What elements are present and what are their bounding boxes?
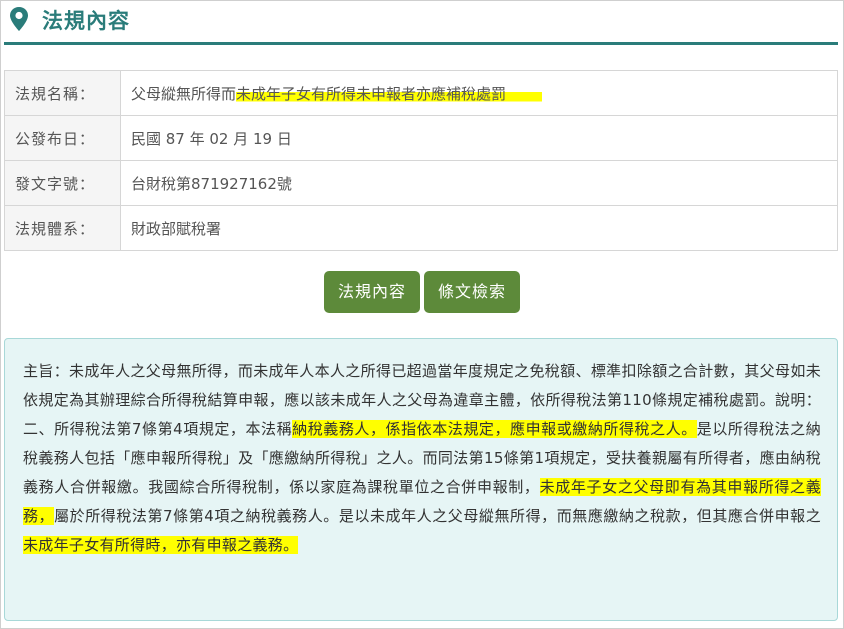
table-row: 發文字號： 台財稅第871927162號 <box>4 160 838 206</box>
regulation-system-value: 財政部賦稅署 <box>120 205 838 251</box>
publish-date-label: 公發布日： <box>4 115 121 161</box>
map-pin-icon <box>10 7 28 31</box>
content-highlight-3: 未成年子女有所得時，亦有申報之義務。 <box>23 536 299 554</box>
regulation-name-value: 父母縱無所得而未成年子女有所得未申報者亦應補稅處罰 <box>120 70 838 116</box>
regulation-system-label: 法規體系： <box>4 205 121 251</box>
publish-date-value: 民國 87 年 02 月 19 日 <box>120 115 838 161</box>
regulation-content-panel: 主旨：未成年人之父母無所得，而未成年人本人之所得已超過當年度規定之免稅額、標準扣… <box>4 338 838 621</box>
document-number-value: 台財稅第871927162號 <box>120 160 838 206</box>
regulation-info-table: 法規名稱： 父母縱無所得而未成年子女有所得未申報者亦應補稅處罰 公發布日： 民國… <box>4 70 838 251</box>
table-row: 法規體系： 財政部賦稅署 <box>4 205 838 251</box>
regulation-content-button[interactable]: 法規內容 <box>323 271 420 313</box>
regulation-name-label: 法規名稱： <box>4 70 121 116</box>
page-header: 法規內容 <box>4 0 838 45</box>
table-row: 公發布日： 民國 87 年 02 月 19 日 <box>4 115 838 161</box>
page-title: 法規內容 <box>42 9 130 33</box>
regulation-name-plain: 父母縱無所得而 <box>131 84 237 103</box>
content-text-3: 屬於所得稅法第7條第4項之納稅義務人。是以未成年人之父母縱無所得，而無應繳納之稅… <box>54 507 821 525</box>
regulation-name-highlight: 未成年子女有所得未申報者亦應補稅處罰 <box>236 84 543 103</box>
table-row: 法規名稱： 父母縱無所得而未成年子女有所得未申報者亦應補稅處罰 <box>4 70 838 116</box>
article-search-button[interactable]: 條文檢索 <box>424 271 521 313</box>
document-number-label: 發文字號： <box>4 160 121 206</box>
button-group: 法規內容 條文檢索 <box>0 271 844 313</box>
content-highlight-1: 納稅義務人，係指依本法規定，應申報或繳納所得稅之人。 <box>292 420 697 438</box>
